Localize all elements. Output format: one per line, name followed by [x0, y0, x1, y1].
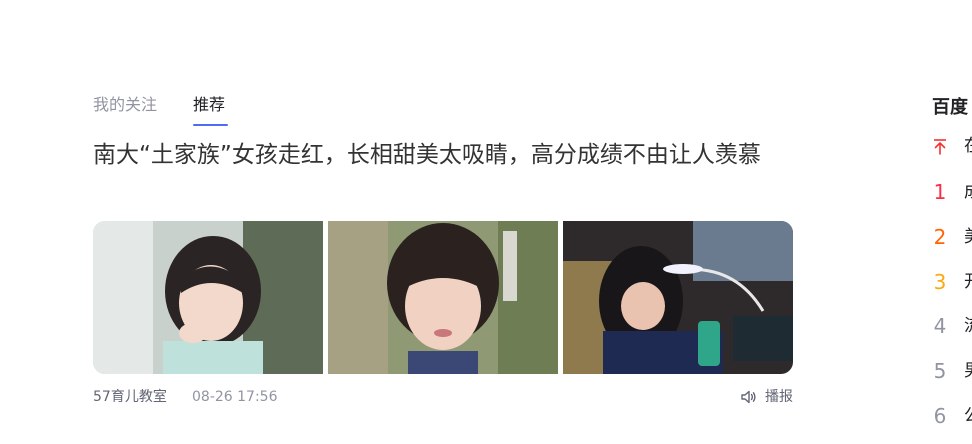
hot-rank: 4 — [933, 314, 947, 338]
speaker-icon — [741, 390, 756, 404]
tab-my-follow[interactable]: 我的关注 — [93, 94, 157, 116]
article-images — [93, 221, 793, 374]
article-image-1[interactable] — [93, 221, 323, 374]
hot-item[interactable]: 4 流 — [932, 311, 972, 341]
hot-rank: 6 — [933, 404, 947, 428]
article-image-3[interactable] — [563, 221, 793, 374]
hot-item[interactable]: 6 公 — [932, 401, 972, 431]
hot-item[interactable]: 1 成 — [932, 177, 972, 207]
broadcast-button[interactable]: 播报 — [739, 386, 793, 408]
article-image-2[interactable] — [328, 221, 558, 374]
hot-rank: 5 — [933, 359, 947, 383]
active-tab-indicator — [193, 124, 228, 126]
hot-item-pinned[interactable]: 在 — [932, 131, 972, 161]
hot-list-title[interactable]: 百度 — [932, 96, 968, 120]
hot-item-text: 成 — [964, 177, 972, 207]
hot-rank: 2 — [933, 225, 947, 249]
article-source[interactable]: 57育儿教室 — [93, 386, 167, 408]
pin-top-icon — [932, 131, 948, 169]
hot-item-text: 流 — [964, 311, 972, 341]
article-meta: 57育儿教室 08-26 17:56 播报 — [93, 386, 793, 408]
article-time: 08-26 17:56 — [192, 389, 278, 405]
article-title[interactable]: 南大“土家族”女孩走红，长相甜美太吸睛，高分成绩不由让人羡慕 — [93, 137, 798, 173]
hot-item[interactable]: 2 美 — [932, 222, 972, 252]
broadcast-label: 播报 — [765, 389, 793, 405]
hot-rank: 1 — [933, 180, 947, 204]
hot-item-text: 公 — [964, 401, 972, 431]
hot-item-text: 开 — [964, 267, 972, 297]
hot-rank: 3 — [933, 270, 947, 294]
hot-item[interactable]: 3 开 — [932, 267, 972, 297]
hot-item-text: 在 — [964, 131, 972, 161]
tab-recommend[interactable]: 推荐 — [193, 94, 225, 116]
hot-item-text: 男 — [964, 356, 972, 386]
hot-item-text: 美 — [964, 222, 972, 252]
hot-item[interactable]: 5 男 — [932, 356, 972, 386]
